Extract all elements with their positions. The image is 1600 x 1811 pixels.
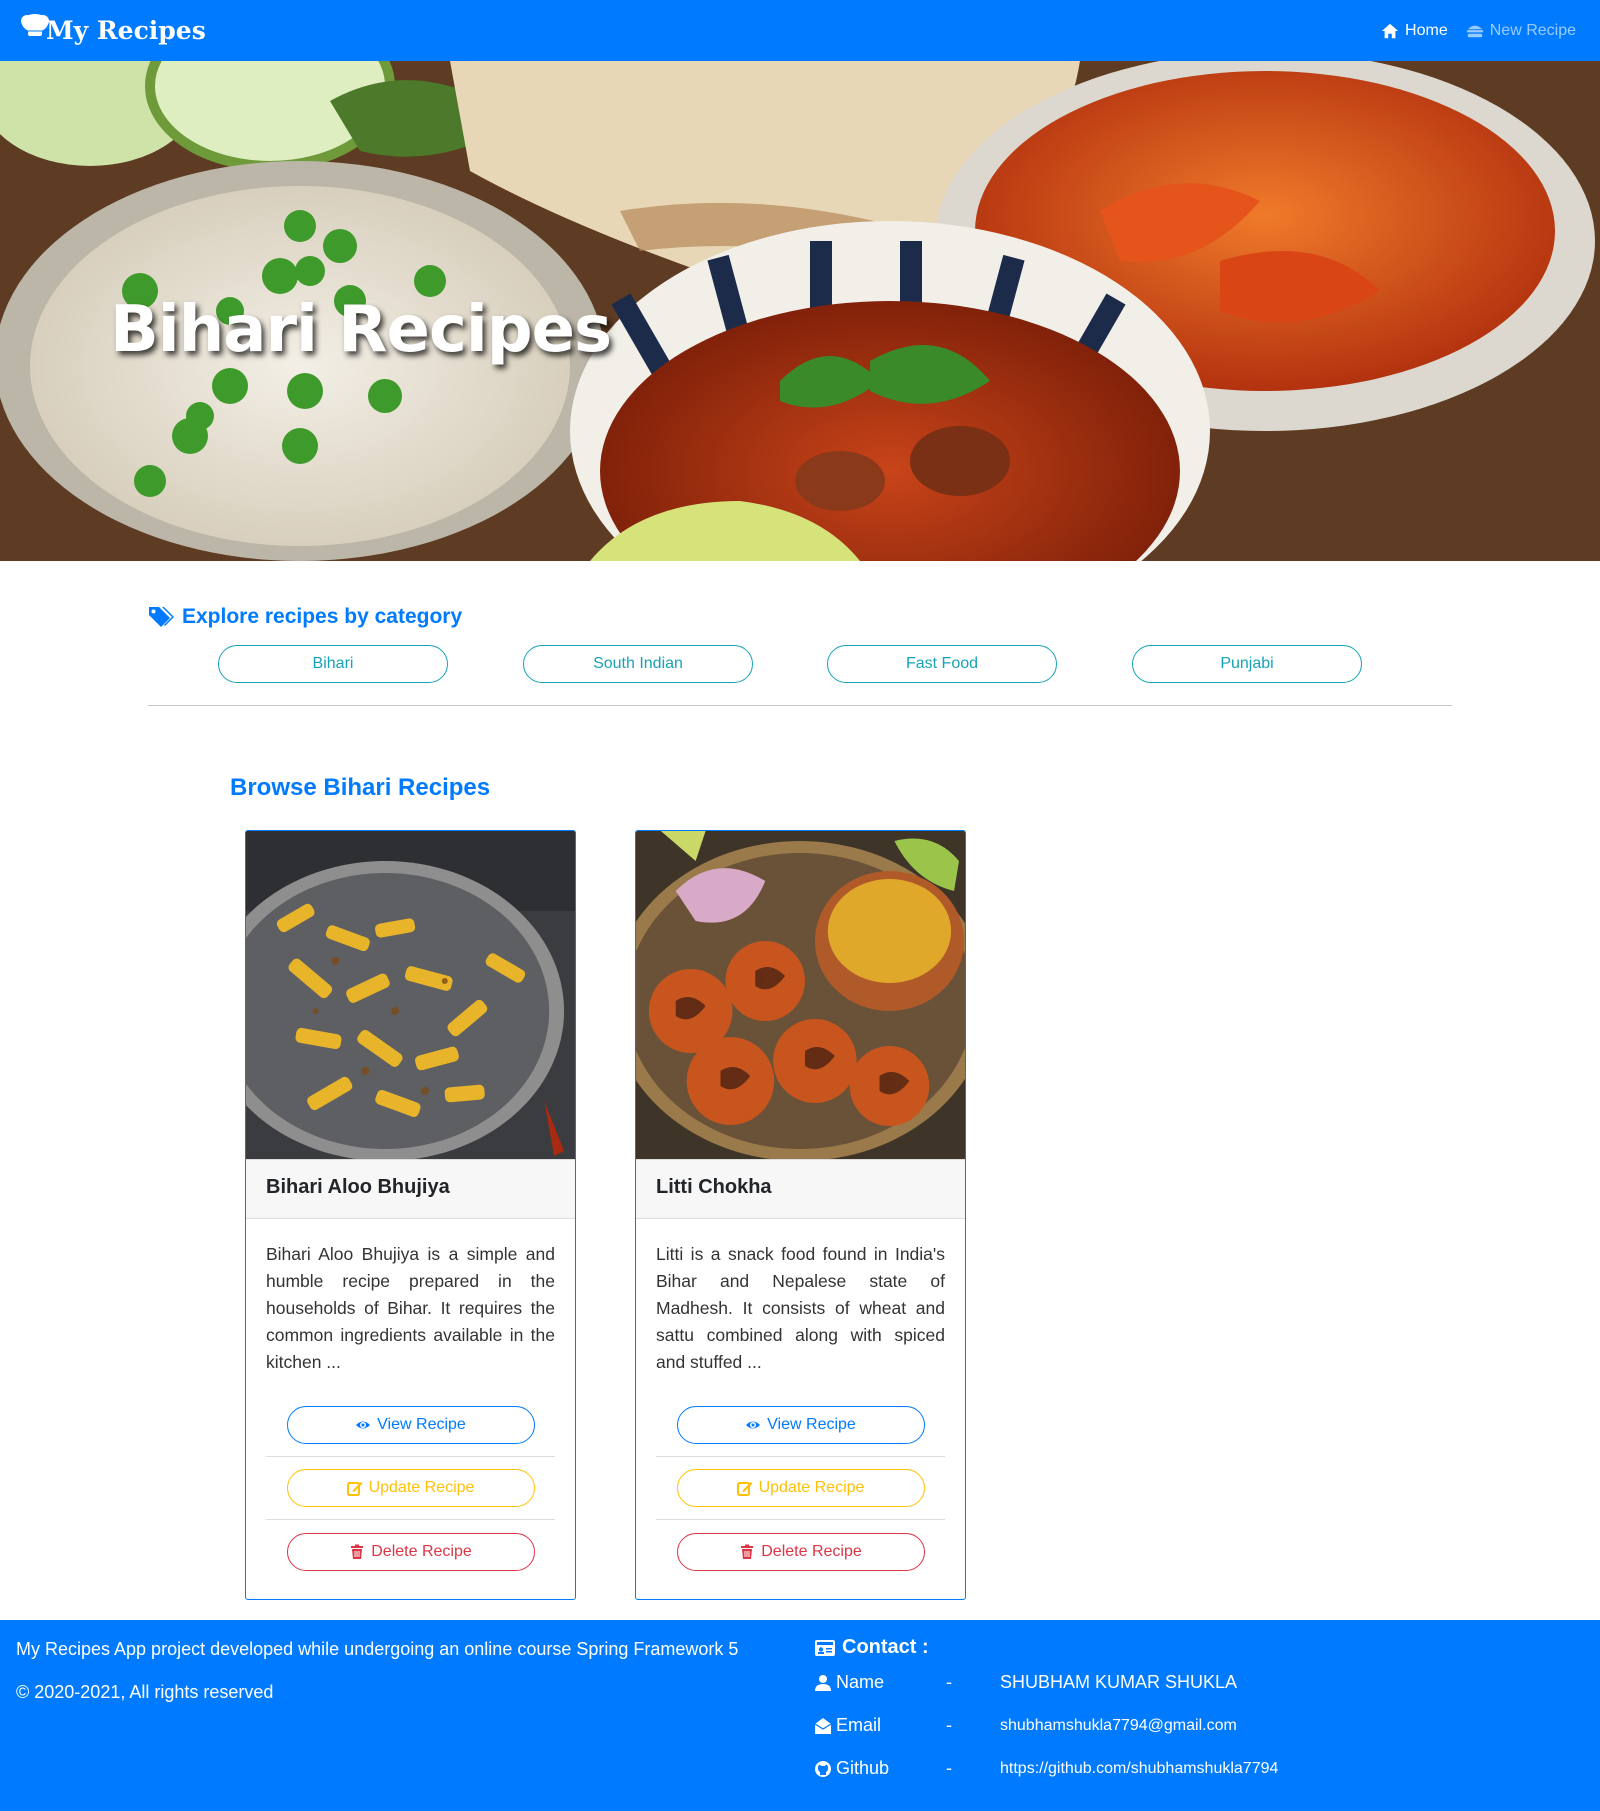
home-icon xyxy=(1381,23,1399,38)
contact-email-value[interactable]: shubhamshukla7794@gmail.com xyxy=(1000,1717,1237,1735)
footer-course-text: My Recipes App project developed while u… xyxy=(16,1639,739,1659)
nav-new-recipe-link[interactable]: New Recipe xyxy=(1466,22,1576,40)
update-row: Update Recipe xyxy=(656,1457,945,1520)
category-section: Explore recipes by category Bihari South… xyxy=(148,605,1452,706)
recipe-description: Litti is a snack food found in India's B… xyxy=(656,1244,945,1372)
update-recipe-button[interactable]: Update Recipe xyxy=(676,1469,925,1507)
contact-email-row: Email - shubhamshukla7794@gmail.com xyxy=(814,1715,1237,1736)
recipe-description: Bihari Aloo Bhujiya is a simple and humb… xyxy=(266,1244,555,1372)
contact-github-value[interactable]: https://github.com/shubhamshukla7794 xyxy=(1000,1760,1278,1778)
delete-recipe-button[interactable]: Delete Recipe xyxy=(286,1532,535,1571)
delete-recipe-label: Delete Recipe xyxy=(761,1542,862,1560)
contact-github-label: Github xyxy=(836,1758,890,1778)
view-recipe-button[interactable]: View Recipe xyxy=(676,1406,925,1444)
contact-heading: Contact : xyxy=(814,1636,929,1659)
recipe-title: Bihari Aloo Bhujiya xyxy=(246,1159,575,1219)
user-icon xyxy=(815,1674,831,1691)
category-punjabi-button[interactable]: Punjabi xyxy=(1132,645,1362,683)
eye-icon xyxy=(356,1421,371,1429)
delete-row: Delete Recipe xyxy=(656,1520,945,1583)
contact-name-value: SHUBHAM KUMAR SHUKLA xyxy=(1000,1672,1238,1692)
view-recipe-button[interactable]: View Recipe xyxy=(286,1406,535,1444)
recipe-card: Litti Chokha Litti is a snack food found… xyxy=(635,830,966,1600)
update-row: Update Recipe xyxy=(266,1457,555,1520)
contact-email-label: Email xyxy=(836,1715,882,1735)
category-south-indian-button[interactable]: South Indian xyxy=(523,645,753,683)
view-recipe-label: View Recipe xyxy=(767,1416,856,1433)
contact-name-row: Name - SHUBHAM KUMAR SHUKLA xyxy=(814,1672,1237,1693)
contact-github-row: Github - https://github.com/shubhamshukl… xyxy=(814,1758,1278,1779)
nav-new-recipe-label: New Recipe xyxy=(1489,21,1576,39)
delete-row: Delete Recipe xyxy=(266,1520,555,1583)
view-row: View Recipe xyxy=(656,1394,945,1457)
browse-title: Browse Bihari Recipes xyxy=(230,774,491,801)
update-recipe-label: Update Recipe xyxy=(368,1479,475,1496)
recipe-card: Bihari Aloo Bhujiya Bihari Aloo Bhujiya … xyxy=(245,830,576,1600)
category-divider xyxy=(148,705,1452,706)
recipe-image xyxy=(636,831,965,1159)
contact-separator: - xyxy=(946,1715,952,1735)
contact-name-label: Name xyxy=(836,1672,885,1692)
trash-icon xyxy=(741,1544,754,1559)
eye-icon xyxy=(746,1421,761,1429)
recipe-title: Litti Chokha xyxy=(636,1159,965,1219)
contact-separator: - xyxy=(946,1672,952,1692)
trash-icon xyxy=(351,1544,364,1559)
view-row: View Recipe xyxy=(266,1394,555,1457)
category-fast-food-button[interactable]: Fast Food xyxy=(827,645,1057,683)
envelope-open-icon xyxy=(814,1717,832,1734)
view-recipe-label: View Recipe xyxy=(377,1416,466,1433)
hero-banner: Bihari Recipes xyxy=(0,61,1600,561)
navbar: My Recipes Home New Recipe xyxy=(0,0,1600,61)
edit-icon xyxy=(736,1482,753,1496)
category-bihari-button[interactable]: Bihari xyxy=(218,645,448,683)
hero-title: Bihari Recipes xyxy=(110,293,612,367)
footer: My Recipes App project developed while u… xyxy=(0,1620,1600,1811)
nav-links: Home New Recipe xyxy=(1381,22,1576,40)
nav-home-label: Home xyxy=(1405,21,1448,39)
footer-info: My Recipes App project developed while u… xyxy=(16,1638,738,1703)
recipe-actions: View Recipe Update Recipe Delete Recipe xyxy=(246,1394,575,1583)
github-icon xyxy=(815,1760,831,1777)
recipe-actions: View Recipe Update Recipe Delete Recipe xyxy=(636,1394,965,1583)
contact-separator: - xyxy=(946,1758,952,1778)
nav-home-link[interactable]: Home xyxy=(1381,22,1448,40)
delete-recipe-button[interactable]: Delete Recipe xyxy=(676,1532,925,1571)
tags-icon xyxy=(149,607,174,627)
brand-label: My Recipes xyxy=(46,16,206,45)
contact-heading-label: Contact : xyxy=(842,1636,929,1658)
footer-copyright: © 2020-2021, All rights reserved xyxy=(16,1682,274,1702)
delete-recipe-label: Delete Recipe xyxy=(371,1542,472,1560)
category-heading-label: Explore recipes by category xyxy=(182,605,463,628)
category-heading: Explore recipes by category xyxy=(148,605,1452,629)
brand-link[interactable]: My Recipes xyxy=(18,13,206,45)
hamburger-icon xyxy=(1466,25,1483,37)
update-recipe-button[interactable]: Update Recipe xyxy=(286,1469,535,1507)
recipe-image xyxy=(246,831,575,1159)
update-recipe-label: Update Recipe xyxy=(758,1479,865,1496)
edit-icon xyxy=(346,1482,363,1496)
category-buttons: Bihari South Indian Fast Food Punjabi xyxy=(148,645,1452,685)
id-card-icon xyxy=(815,1639,835,1656)
contact-section: Contact : Name - SHUBHAM KUMAR SHUKLA Em… xyxy=(814,1636,1278,1778)
